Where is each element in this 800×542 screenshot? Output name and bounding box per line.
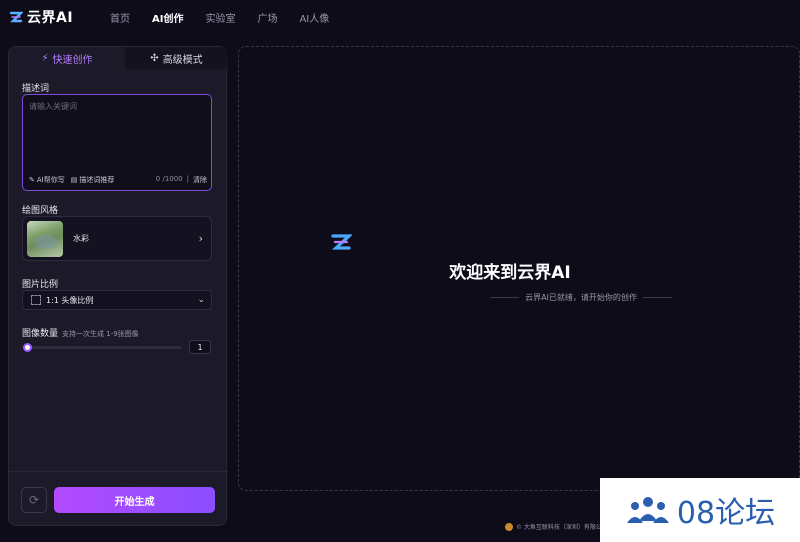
prompt-box: ✎ AI帮你写 ▤ 描述词推荐 0 /1000 | 清除 bbox=[22, 94, 212, 191]
tab-quick-label: 快速创作 bbox=[52, 54, 93, 66]
pen-icon: ✎ bbox=[29, 176, 35, 184]
prompt-recommend-label: 描述词推荐 bbox=[79, 176, 115, 184]
people-icon bbox=[626, 497, 669, 523]
settings-cross-icon: ✣ bbox=[150, 52, 159, 64]
count-row: 图像数量 支持一次生成 1-9张图像 bbox=[22, 326, 139, 339]
style-selector[interactable]: 水彩 › bbox=[22, 216, 212, 261]
count-label: 图像数量 bbox=[22, 329, 59, 339]
count-slider[interactable] bbox=[23, 343, 182, 352]
ratio-select[interactable]: 1:1 头像比例 ⌄ bbox=[22, 290, 212, 310]
prompt-input[interactable] bbox=[29, 101, 205, 161]
logo[interactable]: 云界AI bbox=[9, 7, 73, 27]
subtitle-line-right bbox=[642, 296, 672, 298]
welcome-subtitle: 云界AI已就绪，请开始你的创作 bbox=[525, 292, 637, 302]
prompt-counter-group: 0 /1000 | 清除 bbox=[156, 175, 207, 185]
ai-write-button[interactable]: ✎ AI帮你写 bbox=[29, 175, 65, 185]
generate-button[interactable]: 开始生成 bbox=[54, 487, 215, 513]
panel-divider bbox=[9, 471, 228, 472]
count-input[interactable]: 1 bbox=[189, 340, 211, 354]
prompt-recommend-button[interactable]: ▤ 描述词推荐 bbox=[71, 175, 115, 185]
watermark: 08论坛 bbox=[600, 478, 800, 542]
style-label: 绘图风格 bbox=[22, 206, 59, 216]
welcome-subtitle-row: 云界AI已就绪，请开始你的创作 bbox=[490, 291, 672, 303]
prompt-footer: ✎ AI帮你写 ▤ 描述词推荐 0 /1000 | 清除 bbox=[29, 175, 207, 185]
police-badge-icon bbox=[505, 522, 513, 531]
refresh-button[interactable]: ⟳ bbox=[21, 487, 47, 513]
refresh-icon: ⟳ bbox=[28, 493, 40, 507]
footer-company: © 大鱼互联科技（深圳）有限公司 bbox=[516, 524, 608, 531]
nav-item-home[interactable]: 首页 bbox=[110, 10, 130, 25]
brand-icon bbox=[331, 234, 352, 250]
tab-advanced-mode[interactable]: ✣ 高级模式 bbox=[125, 47, 228, 69]
nav-item-ai-portrait[interactable]: AI人像 bbox=[299, 10, 329, 25]
nav-item-square[interactable]: 广场 bbox=[257, 10, 277, 25]
tab-advanced-label: 高级模式 bbox=[162, 54, 203, 66]
divider: | bbox=[186, 175, 189, 183]
top-bar: 云界AI 首页 AI创作 实验室 广场 AI人像 bbox=[0, 0, 800, 36]
ratio-label: 图片比例 bbox=[22, 280, 59, 290]
chevron-right-icon: › bbox=[198, 232, 203, 245]
count-hint: 支持一次生成 1-9张图像 bbox=[62, 330, 139, 338]
ratio-value: 1:1 头像比例 bbox=[46, 295, 94, 305]
style-thumbnail bbox=[27, 220, 63, 257]
mode-tabs: ⚡ 快速创作 ✣ 高级模式 bbox=[9, 47, 228, 69]
tab-quick-create[interactable]: ⚡ 快速创作 bbox=[9, 47, 125, 69]
square-ratio-icon bbox=[31, 295, 41, 305]
lightning-icon: ⚡ bbox=[41, 52, 49, 64]
char-counter: 0 /1000 bbox=[155, 175, 183, 183]
slider-handle[interactable] bbox=[23, 343, 32, 352]
nav-item-lab[interactable]: 实验室 bbox=[205, 10, 235, 25]
footer-copyright: © 大鱼互联科技（深圳）有限公司 bbox=[505, 522, 608, 531]
watermark-text: 08论坛 bbox=[676, 496, 776, 531]
logo-text: 云界AI bbox=[27, 10, 74, 26]
style-name: 水彩 bbox=[73, 234, 89, 243]
subtitle-line-left bbox=[490, 296, 520, 298]
book-icon: ▤ bbox=[70, 176, 78, 184]
prompt-label: 描述词 bbox=[22, 84, 50, 94]
logo-icon bbox=[9, 11, 23, 23]
creation-panel: ⚡ 快速创作 ✣ 高级模式 描述词 ✎ AI帮你写 ▤ 描述词推荐 0 /100… bbox=[8, 46, 228, 526]
ai-write-label: AI帮你写 bbox=[36, 176, 65, 184]
clear-button[interactable]: 清除 bbox=[193, 175, 207, 185]
chevron-down-icon: ⌄ bbox=[197, 295, 205, 305]
nav-item-ai-create[interactable]: AI创作 bbox=[152, 10, 183, 25]
welcome-title: 欢迎来到云界AI bbox=[449, 263, 571, 283]
main-nav: 首页 AI创作 实验室 广场 AI人像 bbox=[110, 10, 351, 25]
